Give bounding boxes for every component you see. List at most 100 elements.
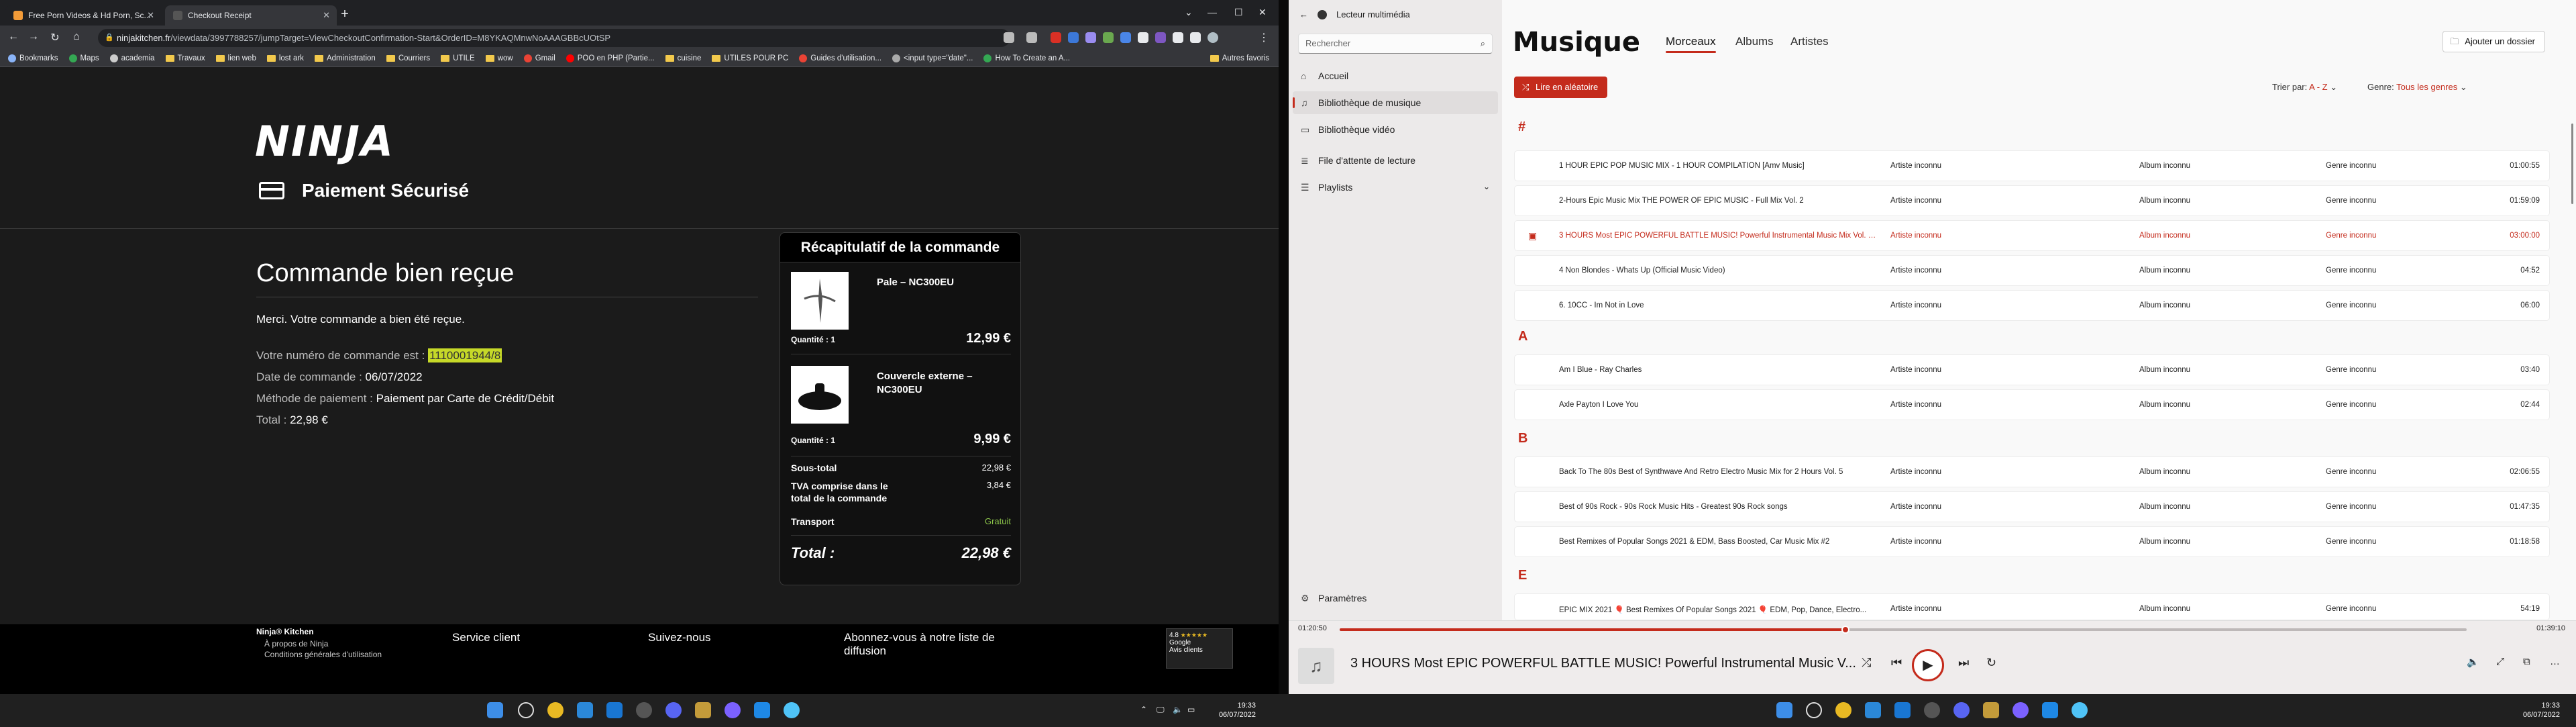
tab-tracks[interactable]: Morceaux [1666, 35, 1716, 53]
fullscreen-icon[interactable]: ⤢ [2496, 656, 2504, 667]
table-row[interactable]: 6. 10CC - Im Not in Love Artiste inconnu A… [1514, 290, 2550, 321]
mail-icon[interactable] [1894, 702, 1911, 718]
app-icon[interactable] [2042, 702, 2058, 718]
new-tab-icon[interactable]: + [337, 7, 353, 22]
bookmark-item[interactable]: academia [109, 54, 155, 62]
genre-dropdown[interactable]: Genre: Tous les genres ⌄ [2367, 82, 2467, 93]
forward-icon[interactable]: → [27, 31, 40, 43]
extension-icon[interactable] [1051, 32, 1061, 43]
scrollbar[interactable] [2571, 124, 2573, 204]
mini-player-icon[interactable]: ⧉ [2523, 656, 2530, 667]
repeat-icon[interactable]: ↻ [1986, 656, 1996, 670]
chevron-up-icon[interactable]: ⌃ [1140, 705, 1147, 714]
extension-icon[interactable] [1155, 32, 1166, 43]
tab-albums[interactable]: Albums [1735, 35, 1774, 48]
group-letter[interactable]: E [1518, 568, 1527, 583]
maximize-icon[interactable]: ☐ [1234, 7, 1243, 18]
table-row[interactable]: Am I Blue - Ray Charles Artiste inconnu Al… [1514, 354, 2550, 385]
chevron-down-icon[interactable]: ⌄ [1185, 7, 1193, 18]
bookmark-item[interactable]: Maps [68, 54, 99, 62]
table-row[interactable]: Best Remixes of Popular Songs 2021 & EDM… [1514, 526, 2550, 557]
search-icon[interactable] [518, 702, 534, 718]
chrome-icon[interactable] [547, 702, 564, 718]
clock[interactable]: 19:33 06/07/2022 [1208, 701, 1256, 720]
tab-inactive[interactable]: Free Porn Videos & Hd Porn, Sc... ✕ [5, 5, 161, 26]
back-icon[interactable]: ← [7, 31, 20, 43]
close-window-icon[interactable]: ✕ [1258, 7, 1267, 18]
seek-thumb[interactable] [1841, 626, 1850, 634]
next-track-icon[interactable]: ⏭ [1958, 656, 1969, 670]
start-icon[interactable] [1776, 702, 1792, 718]
vscode-icon[interactable] [577, 702, 593, 718]
bookmark-folder[interactable]: lien web [215, 54, 256, 62]
footer-link[interactable]: Conditions générales d'utilisation [264, 650, 382, 659]
group-letter[interactable]: A [1518, 329, 1527, 344]
bookmark-item[interactable]: POO en PHP (Partie... [566, 54, 655, 62]
volume-icon[interactable]: 🔈 [2467, 656, 2479, 668]
close-tab-icon[interactable]: ✕ [323, 10, 330, 21]
puzzle-icon[interactable] [1173, 32, 1183, 43]
bookmark-item[interactable]: Guides d'utilisation... [799, 54, 881, 62]
battery-icon[interactable]: ▭ [1187, 705, 1195, 714]
media-player-icon[interactable] [1924, 702, 1940, 718]
bookmark-folder[interactable]: UTILE [441, 54, 475, 62]
sidebar-item-home[interactable]: ⌂ Accueil [1293, 64, 1498, 87]
table-row[interactable]: 4 Non Blondes - Whats Up (Official Music… [1514, 255, 2550, 286]
bookmark-folder[interactable]: wow [485, 54, 513, 62]
game-icon[interactable] [695, 702, 711, 718]
discord-icon[interactable] [1953, 702, 1970, 718]
home-icon[interactable]: ⌂ [70, 31, 83, 43]
bookmark-folder[interactable]: Travaux [165, 54, 205, 62]
sidebar-item-music-library[interactable]: ♫ Bibliothèque de musique [1293, 91, 1498, 114]
share-icon[interactable] [1004, 32, 1014, 43]
bookmark-item[interactable]: How To Create an A... [983, 54, 1070, 62]
table-row[interactable]: Back To The 80s Best of Synthwave And Re… [1514, 456, 2550, 487]
clock[interactable]: 19:33 06/07/2022 [2512, 701, 2560, 720]
footer-link[interactable]: À propos de Ninja [264, 639, 328, 648]
bookmark-folder[interactable]: Courriers [386, 54, 430, 62]
sidebar-item-play-queue[interactable]: ≣ File d'attente de lecture [1293, 149, 1498, 172]
table-row[interactable]: EPIC MIX 2021 🎈 Best Remixes Of Popular … [1514, 593, 2550, 620]
shuffle-all-button[interactable]: ⤮ Lire en aléatoire [1514, 77, 1608, 98]
extension-icon[interactable] [1103, 32, 1114, 43]
mail-icon[interactable] [606, 702, 623, 718]
star-icon[interactable] [1026, 32, 1037, 43]
avatar[interactable] [1208, 32, 1218, 43]
discord-icon[interactable] [665, 702, 682, 718]
extension-icon[interactable] [1120, 32, 1131, 43]
bookmark-folder[interactable]: UTILES POUR PC [712, 54, 788, 62]
volume-icon[interactable]: 🔈 [1173, 705, 1183, 714]
bookmark-folder[interactable]: Autres favoris [1210, 54, 1269, 62]
tab-active[interactable]: Checkout Receipt ✕ [165, 5, 337, 26]
sidebar-icon[interactable] [1190, 32, 1201, 43]
bookmark-folder[interactable]: Administration [314, 54, 376, 62]
table-row[interactable]: Best of 90s Rock - 90s Rock Music Hits -… [1514, 491, 2550, 522]
address-bar[interactable]: 🔒 ninjakitchen.fr/viewdata/3997788257/ju… [98, 29, 1010, 47]
table-row-now-playing[interactable]: ▣ 3 HOURS Most EPIC POWERFUL BATTLE MUSIC… [1514, 220, 2550, 251]
app-icon[interactable] [784, 702, 800, 718]
shuffle-icon[interactable]: ⤮ [1862, 656, 1871, 670]
table-row[interactable]: 1 HOUR EPIC POP MUSIC MIX - 1 HOUR COMPI… [1514, 150, 2550, 181]
extension-icon[interactable] [1068, 32, 1079, 43]
network-icon[interactable]: 🖵 [1157, 705, 1165, 715]
game-icon[interactable] [1983, 702, 1999, 718]
seek-slider[interactable] [1340, 626, 2467, 634]
trust-badge[interactable]: 4.8 ★★★★★ Google Avis clients [1166, 628, 1233, 669]
app-icon[interactable] [2072, 702, 2088, 718]
extension-icon[interactable] [1085, 32, 1096, 43]
minimize-icon[interactable]: — [1208, 7, 1217, 17]
table-row[interactable]: Axle Payton I Love You Artiste inconnu Alb… [1514, 389, 2550, 420]
sort-dropdown[interactable]: Trier par: A - Z ⌄ [2272, 82, 2337, 93]
app-icon[interactable] [754, 702, 770, 718]
previous-track-icon[interactable]: ⏮ [1891, 656, 1902, 670]
add-folder-button[interactable]: 🗀 Ajouter un dossier [2443, 31, 2545, 52]
gear-icon[interactable] [1138, 32, 1148, 43]
reload-icon[interactable]: ↻ [48, 31, 62, 44]
bookmark-item[interactable]: <input type="date"... [892, 54, 973, 62]
search-icon[interactable]: ⌕ [1481, 34, 1485, 53]
back-icon[interactable]: ← [1299, 9, 1308, 19]
vscode-icon[interactable] [1865, 702, 1881, 718]
sidebar-item-playlists[interactable]: ☰ Playlists ⌄ [1293, 176, 1498, 199]
search-icon[interactable] [1806, 702, 1822, 718]
bookmark-folder[interactable]: cuisine [665, 54, 701, 62]
